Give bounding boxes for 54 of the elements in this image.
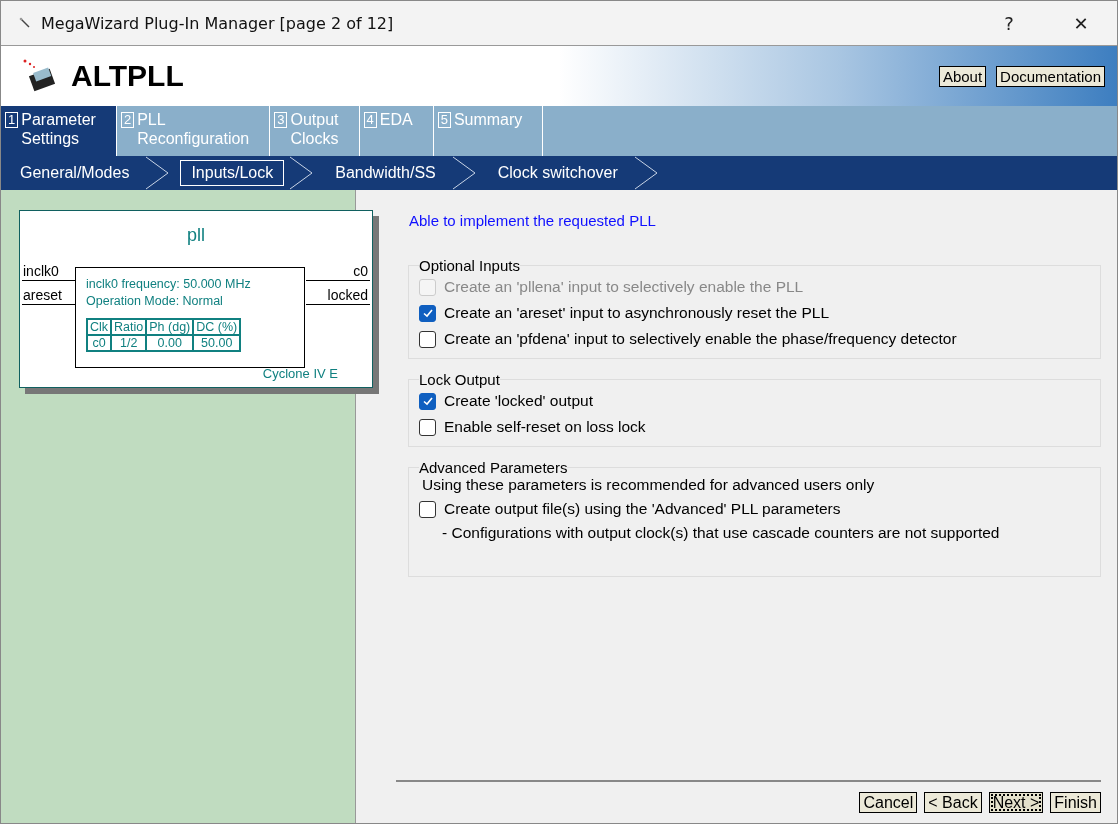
wand-icon (19, 17, 31, 29)
step-tab[interactable]: Bandwidth/SS (324, 160, 447, 186)
step-tab[interactable]: Clock switchover (486, 160, 629, 186)
wizard-button[interactable]: Next > (988, 792, 1044, 813)
help-button[interactable]: ? (973, 1, 1045, 45)
chevron-icon (144, 156, 171, 190)
checkmark-icon (421, 395, 434, 407)
header-button[interactable]: Documentation (996, 65, 1105, 87)
group-title: Advanced Parameters (419, 459, 568, 476)
table-cell: 0.00 (146, 335, 194, 351)
device-label: Cyclone IV E (262, 366, 338, 381)
checkbox[interactable] (419, 304, 436, 322)
close-button[interactable]: ✕ (1045, 1, 1117, 45)
table-cell: 50.00 (193, 335, 241, 351)
input-port-label: inclk0 (23, 263, 59, 279)
info-text: Operation Mode: Normal (86, 293, 224, 310)
option-note: - Configurations with output clock(s) that use cascade counters are not supported (442, 524, 1001, 542)
checkbox[interactable] (419, 500, 436, 518)
checkbox[interactable] (419, 330, 436, 348)
info-text: inclk0 frequency: 50.000 MHz (86, 276, 252, 293)
column-header: Clk (87, 319, 112, 335)
chevron-icon (450, 156, 477, 190)
input-port-label: areset (23, 287, 62, 303)
column-header: Ph (dg) (146, 319, 194, 335)
header-button[interactable]: About (938, 65, 987, 87)
window-title: MegaWizard Plug-In Manager [page 2 of 12] (41, 13, 394, 33)
column-header: DC (%) (193, 319, 241, 335)
group-description: Using these parameters is recommended for advanced users only (422, 476, 876, 494)
checkbox[interactable] (419, 392, 436, 410)
chevron-icon (632, 156, 659, 190)
wizard-button[interactable]: Cancel (859, 792, 918, 813)
chevron-icon (288, 156, 315, 190)
output-port-label: locked (327, 287, 368, 303)
wizard-tab[interactable]: 1 Parameter Settings (1, 106, 117, 156)
table-cell: c0 (87, 335, 112, 351)
column-header: Ratio (111, 319, 147, 335)
checkbox[interactable] (419, 418, 436, 436)
group-title: Lock Output (419, 371, 500, 388)
checkbox-label[interactable]: Create output file(s) using the 'Advanced' PLL parameters (444, 500, 841, 518)
output-port-label: c0 (353, 263, 368, 279)
checkbox-label[interactable]: Create an 'pfdena' input to selectively enable the phase/frequency detector (444, 330, 957, 348)
checkmark-icon (421, 307, 434, 319)
checkbox-label[interactable]: Enable self-reset on loss lock (444, 418, 646, 436)
wizard-button[interactable]: Finish (1050, 792, 1101, 813)
group-title: Optional Inputs (419, 257, 520, 274)
table-cell: 1/2 (111, 335, 147, 351)
checkbox-label[interactable]: Create an 'areset' input to asynchronously reset the PLL (444, 304, 830, 322)
step-tab[interactable]: Inputs/Lock (180, 160, 285, 186)
component-title: ALTPLL (71, 59, 184, 93)
symbol-name: pll (186, 225, 206, 246)
checkbox-label[interactable]: Create 'locked' output (444, 392, 593, 410)
step-tab[interactable]: General/Modes (9, 160, 141, 186)
status-message: Able to implement the requested PLL (409, 212, 657, 229)
wizard-button[interactable]: < Back (924, 792, 982, 813)
